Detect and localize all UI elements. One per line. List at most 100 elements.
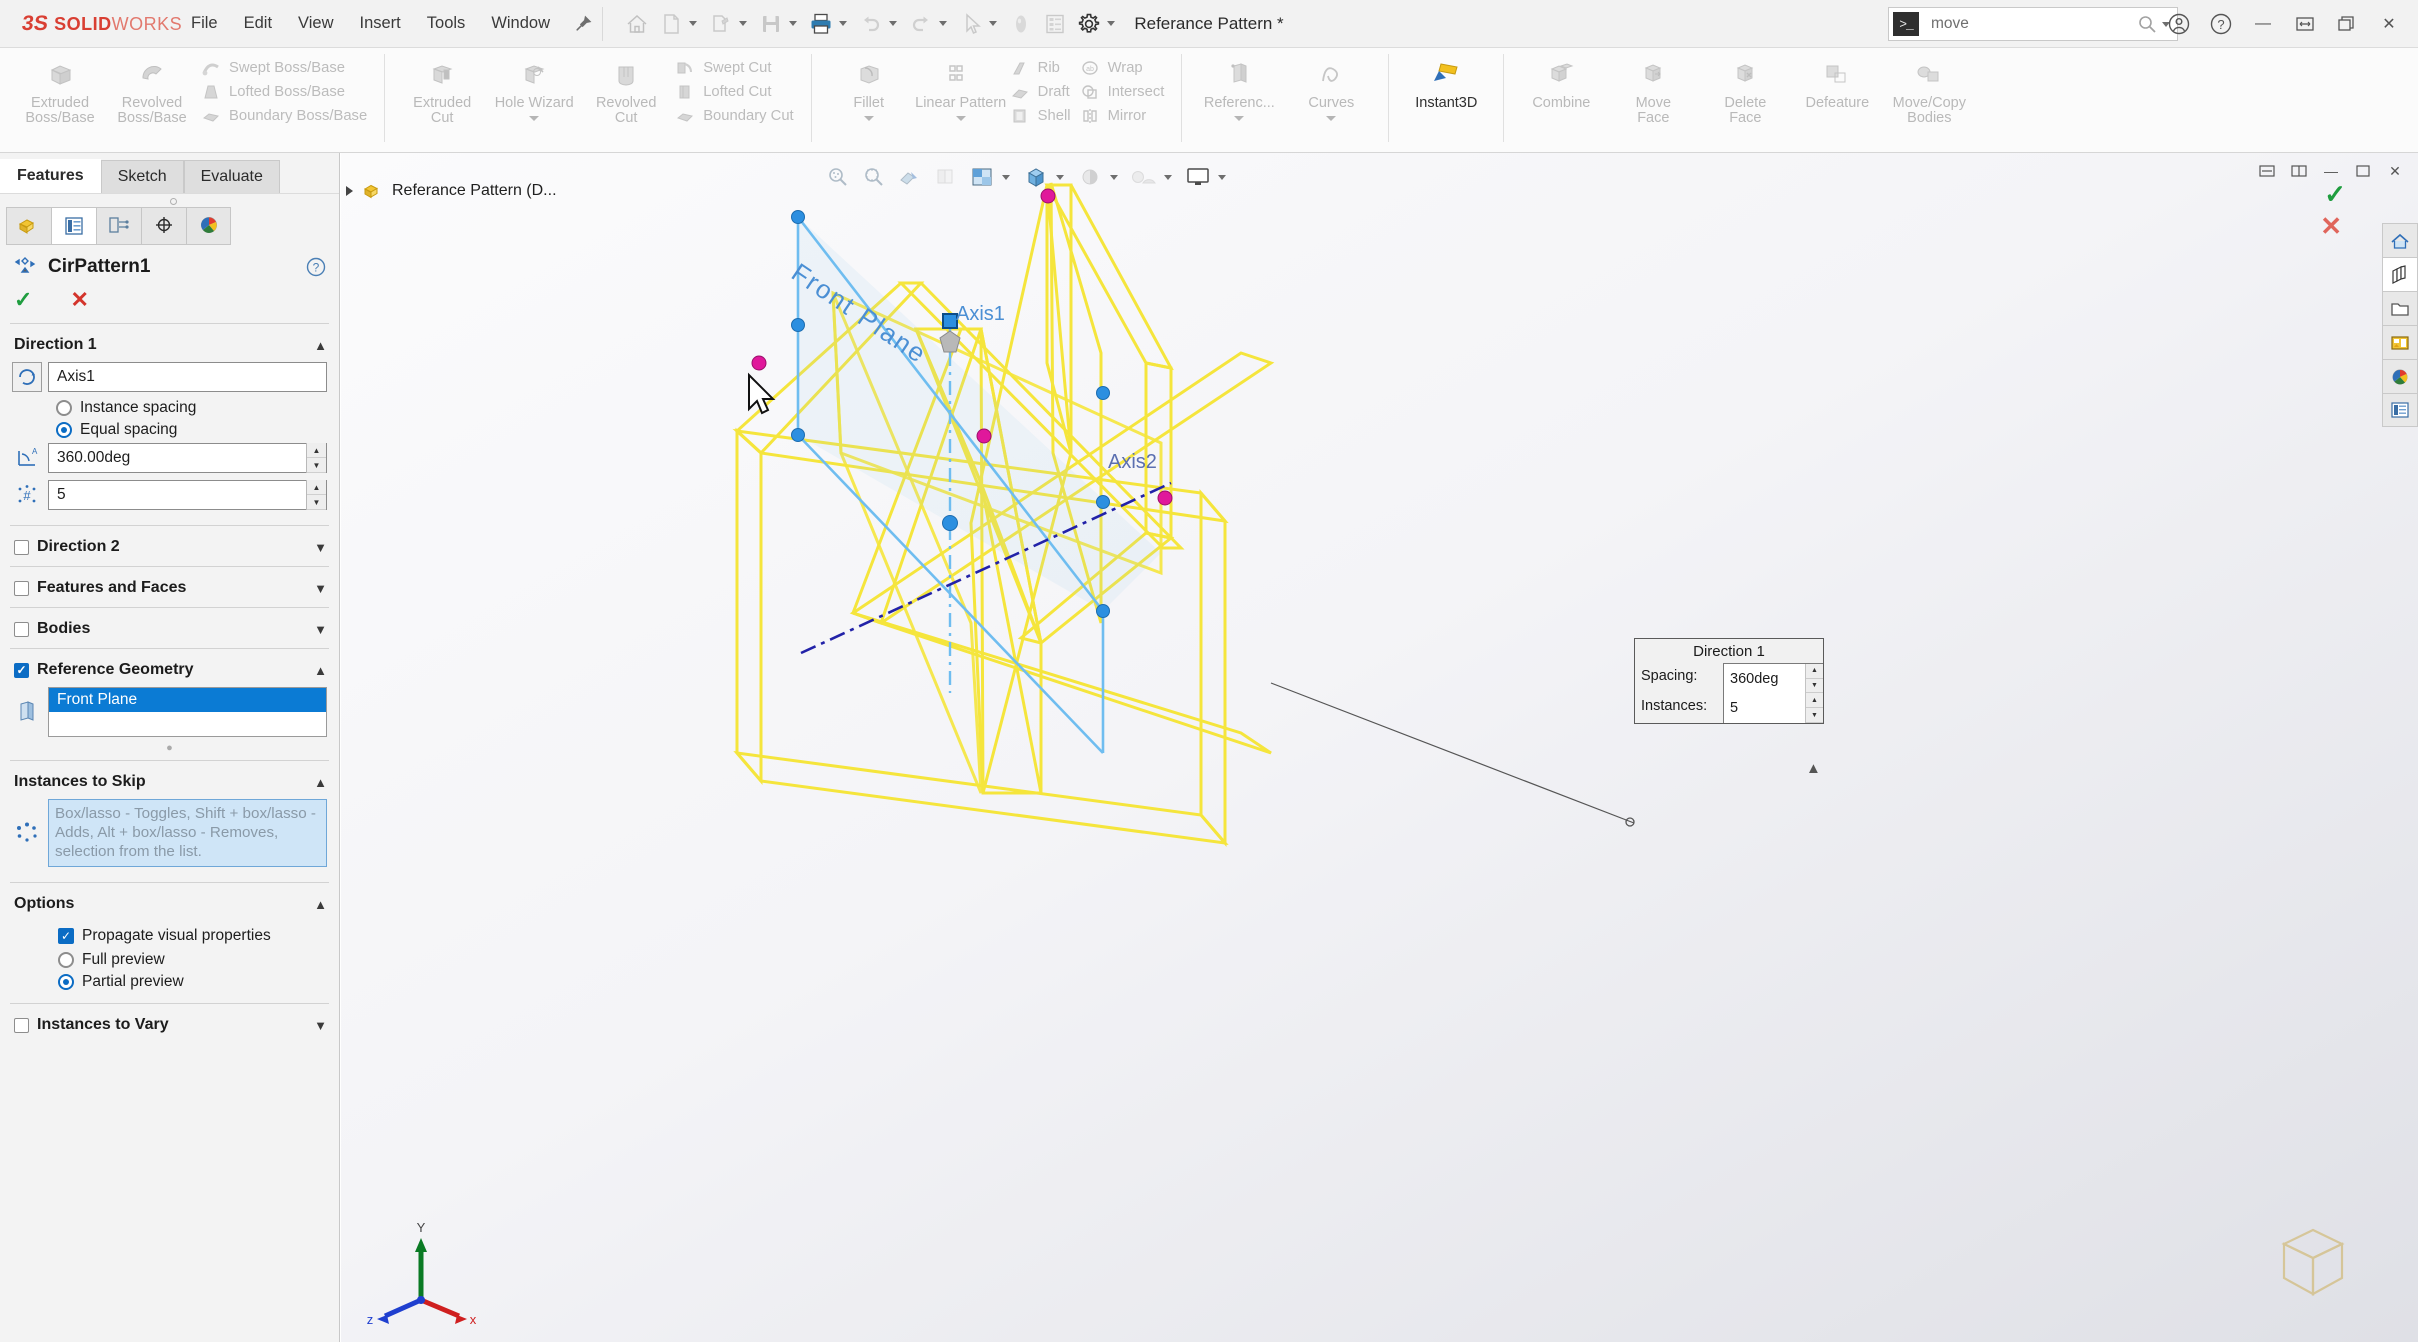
select-arrow-icon[interactable] (954, 7, 988, 41)
file-properties-icon[interactable] (1038, 7, 1072, 41)
shell-button[interactable]: Shell (1007, 104, 1077, 128)
rotation-axis-field[interactable]: Axis1 (48, 362, 327, 392)
menu-item-window[interactable]: Window (478, 10, 563, 37)
fillet-button[interactable]: Fillet (823, 52, 915, 121)
chevron-down-icon[interactable]: ▼ (314, 540, 327, 555)
boundary-boss-base-button[interactable]: Boundary Boss/Base (198, 104, 373, 128)
section-header-features-and-faces[interactable]: Features and Faces ▼ (0, 569, 339, 605)
mirror-button[interactable]: Mirror (1077, 104, 1171, 128)
revolved-boss-base-button[interactable]: Revolved Boss/Base (106, 52, 198, 126)
save-icon[interactable] (754, 7, 788, 41)
chevron-down-icon[interactable]: ▼ (314, 1018, 327, 1033)
search-icon[interactable] (2137, 14, 2157, 34)
restore-window-icon[interactable] (2284, 4, 2326, 44)
propagate-visual-properties-row[interactable]: ✓ Propagate visual properties (58, 927, 327, 945)
redo-icon[interactable] (904, 7, 938, 41)
maximize-window-icon[interactable] (2326, 4, 2368, 44)
listbox-empty-area[interactable] (49, 712, 326, 734)
menu-item-edit[interactable]: Edit (231, 10, 285, 37)
move-copy-bodies-button[interactable]: Move/Copy Bodies (1883, 52, 1975, 126)
tab-features[interactable]: Features (0, 159, 101, 193)
cancel-button[interactable]: ✕ (70, 287, 88, 313)
curves-button[interactable]: Curves (1285, 52, 1377, 121)
lofted-cut-button[interactable]: Lofted Cut (672, 80, 799, 104)
reference-geometry-dropdown-caret[interactable] (1234, 116, 1245, 121)
rebuild-icon[interactable] (1004, 7, 1038, 41)
home-icon[interactable] (620, 7, 654, 41)
instances-to-skip-hint[interactable]: Box/lasso - Toggles, Shift + box/lasso -… (48, 799, 327, 867)
graphics-viewport[interactable]: — ✕ Referance Pattern (D... ✓ ✕ Front Pl… (341, 153, 2418, 1342)
resize-grip[interactable]: ● (12, 743, 327, 754)
search-input[interactable]: move (1919, 15, 2137, 33)
help-icon[interactable]: ? (305, 256, 327, 278)
help-icon[interactable]: ? (2200, 4, 2242, 44)
callout-instances-field[interactable]: 5 ▲ ▼ (1723, 693, 1823, 723)
minimize-button[interactable]: — (2242, 4, 2284, 44)
section-header-reference-geometry[interactable]: ✓ Reference Geometry ▲ (0, 651, 339, 687)
feature-manager-tab[interactable] (6, 207, 51, 245)
section-header-bodies[interactable]: Bodies ▼ (0, 610, 339, 646)
angle-field[interactable]: 360.00deg ▲ ▼ (48, 443, 327, 473)
section-header-direction-1[interactable]: Direction 1 ▲ (0, 326, 339, 362)
curves-dropdown-caret[interactable] (1326, 116, 1337, 121)
section-header-instances-to-skip[interactable]: Instances to Skip ▲ (0, 763, 339, 799)
file-explorer-icon[interactable] (2382, 291, 2418, 325)
hole-wizard-button[interactable]: Hole Wizard (488, 52, 580, 121)
instances-to-vary-checkbox[interactable] (14, 1017, 29, 1033)
partial-preview-radio[interactable] (58, 974, 74, 990)
instances-stepper-up[interactable]: ▲ (307, 480, 326, 495)
linear-pattern-button[interactable]: Linear Pattern (915, 52, 1007, 121)
lofted-boss-base-button[interactable]: Lofted Boss/Base (198, 80, 373, 104)
options-gear-icon[interactable] (1072, 7, 1106, 41)
model-geometry[interactable] (341, 153, 2418, 1342)
dimxpert-manager-tab[interactable] (141, 207, 186, 245)
view-cube[interactable] (2268, 1218, 2358, 1308)
reference-geometry-button[interactable]: Referenc... (1193, 52, 1285, 121)
callout-instances-stepper[interactable]: ▲ ▼ (1805, 693, 1823, 723)
redo-dropdown-caret[interactable] (939, 21, 947, 26)
pin-icon[interactable] (573, 14, 593, 34)
fillet-dropdown-caret[interactable] (863, 116, 874, 121)
tab-evaluate[interactable]: Evaluate (183, 160, 280, 193)
menu-item-tools[interactable]: Tools (414, 10, 479, 37)
combine-button[interactable]: Combine (1515, 52, 1607, 111)
print-dropdown-caret[interactable] (839, 21, 847, 26)
design-library-icon[interactable] (2382, 257, 2418, 291)
instances-field[interactable]: 5 ▲ ▼ (48, 480, 327, 510)
selected-reference-item[interactable]: Front Plane (49, 688, 326, 712)
callout-collapse-chevron[interactable]: ▲ (1806, 760, 1821, 777)
chevron-up-icon[interactable]: ▲ (314, 338, 327, 353)
angle-stepper[interactable]: ▲ ▼ (306, 443, 326, 473)
rib-button[interactable]: Rib (1007, 56, 1077, 80)
instance-spacing-radio[interactable] (56, 400, 72, 416)
section-header-direction-2[interactable]: Direction 2 ▼ (0, 528, 339, 564)
chevron-down-icon[interactable]: ▼ (314, 622, 327, 637)
linear-pattern-dropdown-caret[interactable] (955, 116, 966, 121)
section-header-instances-to-vary[interactable]: Instances to Vary ▼ (0, 1006, 339, 1042)
callout-instances-up[interactable]: ▲ (1806, 693, 1823, 708)
chevron-up-icon[interactable]: ▲ (314, 775, 327, 790)
revolved-cut-button[interactable]: Revolved Cut (580, 52, 672, 126)
reference-geometry-listbox[interactable]: Front Plane (48, 687, 327, 737)
view-palette-icon[interactable] (2382, 325, 2418, 359)
chevron-down-icon[interactable]: ▼ (314, 581, 327, 596)
equal-spacing-radio[interactable] (56, 422, 72, 438)
boundary-cut-button[interactable]: Boundary Cut (672, 104, 799, 128)
select-dropdown-caret[interactable] (989, 21, 997, 26)
chevron-up-icon[interactable]: ▲ (314, 897, 327, 912)
open-document-icon[interactable] (704, 7, 738, 41)
menu-item-insert[interactable]: Insert (347, 10, 414, 37)
callout-instances-down[interactable]: ▼ (1806, 708, 1823, 723)
print-icon[interactable] (804, 7, 838, 41)
chevron-up-icon[interactable]: ▲ (314, 663, 327, 678)
callout-spacing-stepper[interactable]: ▲ ▼ (1805, 664, 1823, 693)
move-face-button[interactable]: Move Face (1607, 52, 1699, 126)
angle-stepper-down[interactable]: ▼ (307, 458, 326, 473)
instant3d-button[interactable]: Instant3D (1400, 52, 1492, 111)
extruded-boss-base-button[interactable]: Extruded Boss/Base (14, 52, 106, 126)
open-document-dropdown-caret[interactable] (739, 21, 747, 26)
full-preview-option[interactable]: Full preview (58, 951, 327, 969)
callout-spacing-up[interactable]: ▲ (1806, 664, 1823, 679)
features-and-faces-checkbox[interactable] (14, 580, 29, 596)
equal-spacing-option[interactable]: Equal spacing (56, 421, 327, 439)
